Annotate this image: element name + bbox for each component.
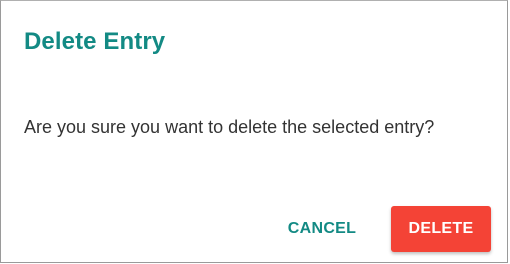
cancel-button[interactable]: CANCEL	[271, 206, 373, 252]
delete-entry-dialog: Delete Entry Are you sure you want to de…	[0, 0, 508, 263]
dialog-actions: CANCEL DELETE	[0, 206, 507, 252]
dialog-title: Delete Entry	[24, 28, 166, 55]
delete-button[interactable]: DELETE	[391, 206, 491, 252]
dialog-message: Are you sure you want to delete the sele…	[24, 117, 435, 137]
